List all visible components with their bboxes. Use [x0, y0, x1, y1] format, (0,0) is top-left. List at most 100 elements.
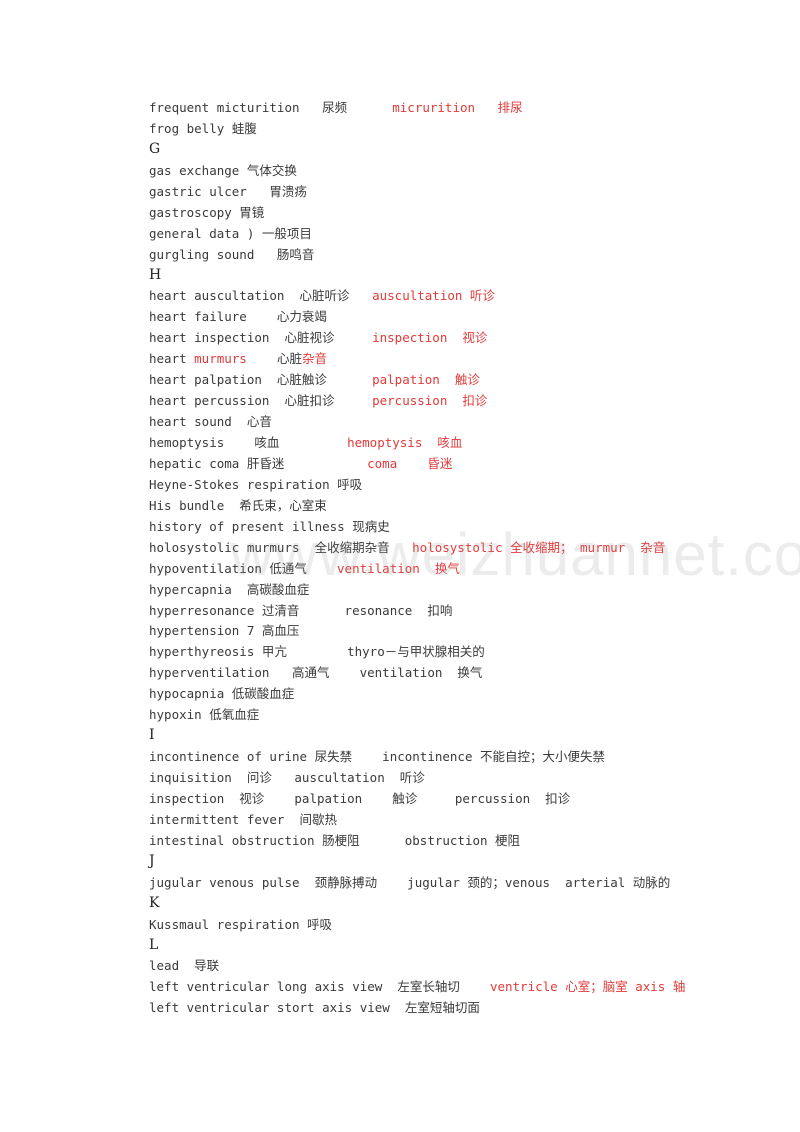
highlighted-term: hemoptysis 咳血 [347, 435, 463, 450]
entry-text: incontinence of urine 尿失禁 incontinence 不… [149, 749, 606, 765]
entry-text: Kussmaul respiration 呼吸 [149, 916, 333, 932]
glossary-entry: left ventricular long axis view 左室长轴切 ve… [149, 976, 685, 997]
section-letter: G [149, 139, 685, 160]
entry-text: L [149, 936, 159, 953]
entry-text: frequent micturition 尿频 [149, 100, 393, 115]
entry-text: heart percussion 心脏扣诊 [149, 393, 373, 409]
glossary-entry: hepatic coma 肝昏迷 coma 昏迷 [149, 453, 685, 474]
highlighted-term: palpation 触诊 [372, 372, 480, 388]
glossary-content: frequent micturition 尿频 micrurition 排尿 fr… [149, 97, 685, 1018]
section-letter: K [149, 893, 685, 914]
section-letter: H [149, 265, 685, 286]
glossary-entry: hypocapnia 低碳酸血症 [149, 683, 685, 704]
highlighted-term: 杂音 [301, 351, 327, 367]
entry-text: jugular venous pulse 颈静脉搏动 jugular 颈的；ve… [149, 874, 671, 890]
entry-text: G [149, 140, 161, 157]
entry-text: hepatic coma 肝昏迷 [149, 455, 368, 471]
glossary-entry: history of present illness 现病史 [149, 516, 685, 537]
glossary-entry: hypercapnia 高碳酸血症 [149, 579, 685, 600]
glossary-entry: hemoptysis 咳血 hemoptysis 咳血 [149, 432, 685, 453]
glossary-entry: intermittent fever 间歇热 [149, 809, 685, 830]
glossary-entry: inspection 视诊 palpation 触诊 percussion 扣诊 [149, 788, 685, 809]
highlighted-term: micrurition 排尿 [392, 100, 523, 115]
highlighted-term: auscultation 听诊 [372, 288, 495, 304]
entry-text: hypoventilation 低通气 [149, 560, 338, 576]
entry-text: J [149, 852, 155, 869]
entry-text: heart palpation 心脏触诊 [149, 372, 373, 388]
glossary-entry: left ventricular stort axis view 左室短轴切面 [149, 997, 685, 1018]
highlighted-term: holosystolic 全收缩期； murmur 杂音 [412, 539, 666, 555]
glossary-entry: heart auscultation 心脏听诊 auscultation 听诊 [149, 285, 685, 306]
entry-text: hypercapnia 高碳酸血症 [149, 581, 310, 597]
entry-text: heart failure 心力衰竭 [149, 309, 327, 325]
entry-text: hyperresonance 过清音 resonance 扣响 [149, 602, 453, 618]
glossary-entry: intestinal obstruction 肠梗阻 obstruction 梗… [149, 830, 685, 851]
glossary-entry: hyperresonance 过清音 resonance 扣响 [149, 600, 685, 621]
glossary-entry: Heyne-Stokes respiration 呼吸 [149, 474, 685, 495]
glossary-entry: heart percussion 心脏扣诊 percussion 扣诊 [149, 390, 685, 411]
entry-text: hypertension 7 高血压 [149, 623, 300, 639]
glossary-entry: heart murmurs 心脏杂音 [149, 348, 685, 369]
glossary-entry: jugular venous pulse 颈静脉搏动 jugular 颈的；ve… [149, 872, 685, 893]
highlighted-term: ventricle 心室；脑室 axis 轴 [489, 979, 686, 995]
glossary-entry: lead 导联 [149, 955, 685, 976]
highlighted-term: ventilation 换气 [337, 560, 460, 576]
glossary-entry: gurgling sound 肠鸣音 [149, 244, 685, 265]
entry-text: history of present illness 现病史 [149, 518, 390, 534]
glossary-entry: holosystolic murmurs 全收缩期杂音 holosystolic… [149, 537, 685, 558]
glossary-entry: Kussmaul respiration 呼吸 [149, 914, 685, 935]
glossary-entry: gastric ulcer 胃溃疡 [149, 181, 685, 202]
entry-text: heart auscultation 心脏听诊 [149, 288, 373, 304]
section-letter: J [149, 851, 685, 872]
entry-text: left ventricular long axis view 左室长轴切 [149, 979, 490, 995]
glossary-entry: gas exchange 气体交换 [149, 160, 685, 181]
entry-text: general data ) 一般项目 [149, 225, 312, 241]
glossary-entry: hypoxin 低氧血症 [149, 704, 685, 725]
entry-text: gas exchange 气体交换 [149, 162, 297, 178]
glossary-entry: frequent micturition 尿频 micrurition 排尿 [149, 97, 685, 118]
entry-text: His bundle 希氏束，心室束 [149, 497, 327, 513]
highlighted-term: inspection 视诊 [372, 330, 488, 346]
glossary-entry: hyperventilation 高通气 ventilation 换气 [149, 662, 685, 683]
entry-text: lead 导联 [149, 958, 220, 974]
entry-text: K [149, 894, 160, 911]
document-page: frequent micturition 尿频 micrurition 排尿 fr… [0, 0, 800, 1132]
glossary-entry: inquisition 问诊 auscultation 听诊 [149, 767, 685, 788]
entry-text: intestinal obstruction 肠梗阻 obstruction 梗… [149, 832, 521, 848]
entry-text: hypocapnia 低碳酸血症 [149, 686, 295, 702]
highlighted-term: percussion 扣诊 [372, 393, 488, 409]
entry-text: inspection 视诊 palpation 触诊 percussion 扣诊 [149, 790, 571, 806]
entry-text: hemoptysis 咳血 [149, 435, 348, 450]
entry-text: gastroscopy 胃镜 [149, 204, 265, 220]
entry-text: heart [149, 351, 195, 367]
section-letter: I [149, 725, 685, 746]
entry-text: heart sound 心音 [149, 414, 272, 430]
entry-text: left ventricular stort axis view 左室短轴切面 [149, 1000, 480, 1016]
glossary-entry: heart palpation 心脏触诊 palpation 触诊 [149, 369, 685, 390]
glossary-entry: heart failure 心力衰竭 [149, 306, 685, 327]
glossary-entry: incontinence of urine 尿失禁 incontinence 不… [149, 746, 685, 767]
highlighted-term: coma 昏迷 [367, 455, 453, 471]
glossary-entry: hypertension 7 高血压 [149, 620, 685, 641]
entry-text: I [149, 727, 155, 744]
entry-text: heart inspection 心脏视诊 [149, 330, 373, 346]
highlighted-term: murmurs [194, 351, 247, 367]
entry-text: hypoxin 低氧血症 [149, 707, 260, 723]
glossary-entry: general data ) 一般项目 [149, 223, 685, 244]
glossary-entry: hyperthyreosis 甲亢 thyro－与甲状腺相关的 [149, 641, 685, 662]
entry-text: frog belly 蛙腹 [149, 120, 257, 136]
glossary-entry: frog belly 蛙腹 [149, 118, 685, 139]
entry-text: intermittent fever 间歇热 [149, 811, 338, 827]
glossary-entry: heart sound 心音 [149, 411, 685, 432]
entry-text: inquisition 问诊 auscultation 听诊 [149, 770, 425, 785]
section-letter: L [149, 935, 685, 956]
entry-text: holosystolic murmurs 全收缩期杂音 [149, 539, 413, 555]
entry-text: H [149, 266, 162, 283]
entry-text: hyperthyreosis 甲亢 thyro－与甲状腺相关的 [149, 644, 485, 660]
glossary-entry: gastroscopy 胃镜 [149, 202, 685, 223]
entry-text: Heyne-Stokes respiration 呼吸 [149, 476, 363, 492]
glossary-entry: heart inspection 心脏视诊 inspection 视诊 [149, 327, 685, 348]
entry-text: hyperventilation 高通气 ventilation 换气 [149, 665, 483, 681]
entry-text: 心脏 [246, 351, 302, 367]
glossary-entry: His bundle 希氏束，心室束 [149, 495, 685, 516]
